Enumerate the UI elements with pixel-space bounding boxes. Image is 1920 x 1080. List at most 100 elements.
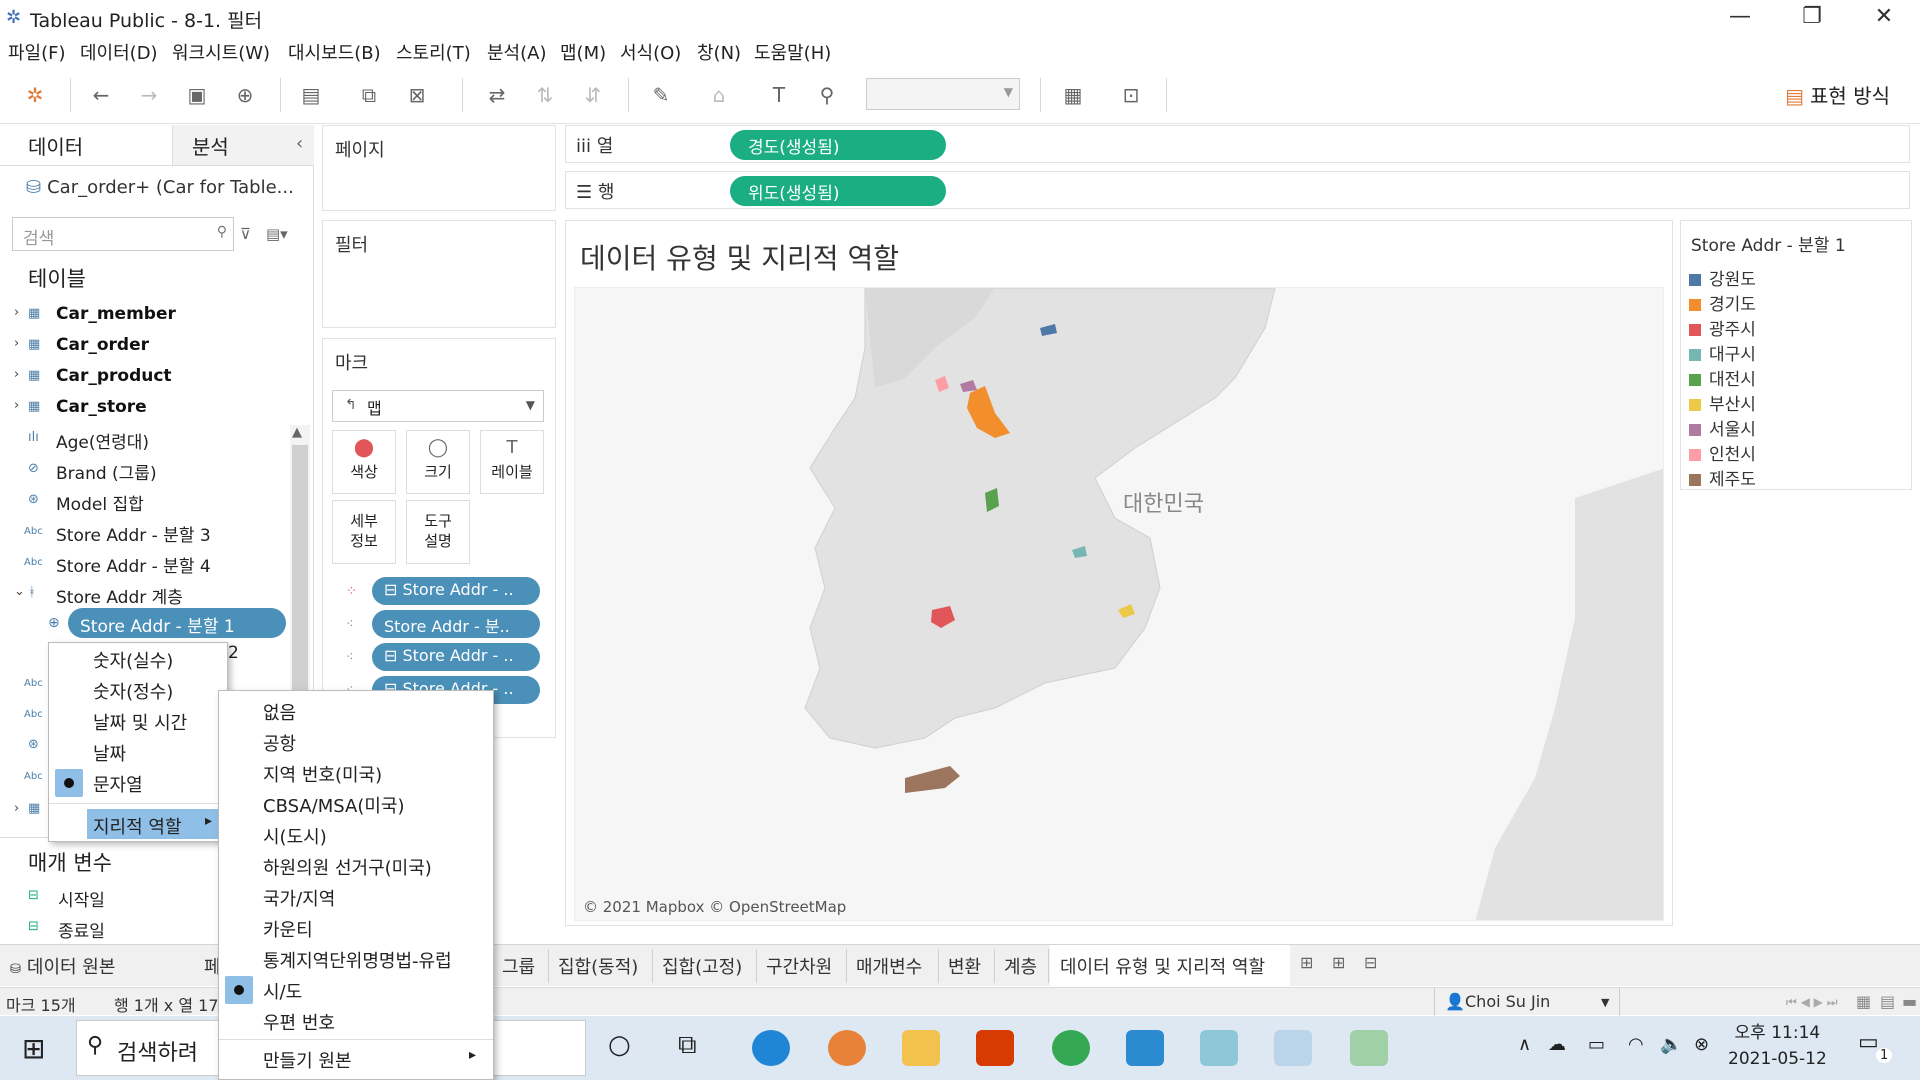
battery-icon[interactable]: ▭ [1588,1034,1605,1055]
menu-data[interactable]: 데이터(D) [80,39,158,65]
field-car-product[interactable]: › ▦ Car_product [0,365,284,393]
tab-bins[interactable]: 구간차원 [766,953,832,979]
filter-icon[interactable]: ⊽ [240,225,251,243]
columns-shelf[interactable]: iii 열 경도(생성됨) [565,125,1910,163]
new-dashboard-tab-icon[interactable]: ⊞ [1332,953,1345,972]
field-model-set[interactable]: ⊛ Model 집합 [0,489,284,517]
paint-icon[interactable] [1350,1030,1388,1066]
expand-icon[interactable]: › [14,367,19,382]
minimize-button[interactable]: — [1710,0,1770,34]
undo-icon[interactable]: ← [88,82,114,108]
legend-item[interactable]: 경기도 [1689,290,1756,315]
pages-card[interactable]: 페이지 [322,125,556,211]
color-button[interactable]: ⬤ 색상 [332,430,396,494]
menu-story[interactable]: 스토리(T) [396,39,471,65]
field-car-order[interactable]: › ▦ Car_order [0,334,284,362]
field-store-addr-4[interactable]: Abc Store Addr - 분할 4 [0,551,284,579]
scroll-up-icon[interactable]: ▲ [292,425,302,440]
selected-field-store-addr-1[interactable]: Store Addr - 분할 1 [68,608,286,638]
field-brand-group[interactable]: ⊘ Brand (그룹) [0,458,284,486]
presentation-mode-icon[interactable]: ⊡ [1118,82,1144,108]
menu-window[interactable]: 창(N) [697,39,741,65]
mark-type-dropdown[interactable]: ↰ 맵 ▼ [332,390,544,422]
highlight-icon[interactable]: ✎ [648,82,674,108]
tab-analysis[interactable]: 분석 [192,131,229,160]
windows-start-icon[interactable]: ⊞ [22,1032,45,1065]
tab-data-types-geo-roles[interactable]: 데이터 유형 및 지리적 역할 [1060,953,1265,979]
duplicate-sheet-icon[interactable]: ⧉ [356,82,382,108]
edge-icon[interactable] [752,1030,790,1066]
filters-card[interactable]: 필터 [322,220,556,328]
legend-item[interactable]: 서울시 [1689,415,1756,440]
legend-title[interactable]: Store Addr - 분할 1 [1691,231,1846,256]
tab-datasource[interactable]: ⛁ 데이터 원본 [10,953,115,979]
rows-pill-latitude[interactable]: 위도(생성됨) [730,176,946,206]
size-button[interactable]: ◯ 크기 [406,430,470,494]
office-icon[interactable] [976,1030,1014,1066]
new-story-tab-icon[interactable]: ⊟ [1364,953,1377,972]
wifi-icon[interactable]: ◠ [1628,1034,1644,1055]
expand-icon[interactable]: › [14,336,19,351]
legend-item[interactable]: 광주시 [1689,315,1756,340]
columns-pill-longitude[interactable]: 경도(생성됨) [730,130,946,160]
network-off-icon[interactable]: ⊗ [1694,1034,1709,1055]
tray-chevron-icon[interactable]: ∧ [1518,1034,1531,1055]
view-options-icon[interactable]: ▤▾ [266,225,288,243]
pin-axes-icon[interactable]: ⚲ [814,82,840,108]
menu-map[interactable]: 맵(M) [560,39,606,65]
ebook-icon[interactable] [1126,1030,1164,1066]
show-cards-icon[interactable]: ▦ [1060,82,1086,108]
save-icon[interactable]: ▣ [184,82,210,108]
field-age[interactable]: ılı Age(연령대) [0,427,284,455]
grid-view-icon[interactable]: ▤ [1880,992,1895,1011]
new-datasource-icon[interactable]: ⊕ [232,82,258,108]
field-store-addr-hierarchy[interactable]: ⌄ ᚼ Store Addr 계층 [0,582,284,610]
notification-icon[interactable]: ▭ [1858,1030,1879,1055]
tab-set-dynamic[interactable]: 집합(동적) [558,953,638,979]
tableau-home-icon[interactable]: ✲ [22,82,48,108]
tab-set-fixed[interactable]: 집합(고정) [662,953,742,979]
collapse-panel-icon[interactable]: ‹ [296,133,303,154]
tableau-taskbar-icon[interactable] [1274,1030,1312,1066]
app-icon[interactable] [1200,1030,1238,1066]
show-me-button[interactable]: ▤ 표현 방식 [1785,80,1890,109]
expand-icon[interactable]: › [14,801,19,816]
collapse-icon[interactable]: ⌄ [14,584,25,599]
restore-button[interactable]: ❐ [1782,0,1842,34]
worksheet-title[interactable]: 데이터 유형 및 지리적 역할 [580,237,899,277]
close-button[interactable]: ✕ [1854,0,1914,34]
marks-pill-color[interactable]: ⊟ Store Addr - .. [372,577,540,605]
cortana-icon[interactable]: ○ [608,1030,631,1060]
task-view-icon[interactable]: ⧉ [678,1030,697,1061]
datasource-item[interactable]: ⛁ Car_order+ (Car for Table... [26,177,294,198]
group-members-icon[interactable]: ⌂ [706,82,732,108]
field-car-member[interactable]: › ▦ Car_member [0,303,284,331]
legend-item[interactable]: 부산시 [1689,390,1756,415]
marks-pill-detail[interactable]: Store Addr - 분.. [372,610,540,638]
marks-pill-detail[interactable]: ⊟ Store Addr - .. [372,643,540,671]
field-car-store[interactable]: › ▦ Car_store [0,396,284,424]
cloud-icon[interactable]: ☁ [1548,1034,1566,1055]
tab-parameters[interactable]: 매개변수 [856,953,922,979]
menu-dashboard[interactable]: 대시보드(B) [288,39,381,65]
expand-icon[interactable]: › [14,305,19,320]
sheet-nav-icon[interactable]: ⏮ ◀ ▶ ⏭ [1786,995,1838,1010]
label-button[interactable]: T 레이블 [480,430,544,494]
clear-sheet-icon[interactable]: ⊠ [404,82,430,108]
tab-transform[interactable]: 변환 [948,953,981,979]
search-input[interactable]: 검색 ⚲ [12,217,234,251]
volume-icon[interactable]: 🔈 [1660,1034,1682,1055]
sort-descending-icon[interactable]: ⇵ [580,82,606,108]
file-explorer-icon[interactable] [902,1030,940,1066]
sort-ascending-icon[interactable]: ⇅ [532,82,558,108]
new-worksheet-icon[interactable]: ▤ [298,82,324,108]
legend-item[interactable]: 인천시 [1689,440,1756,465]
fit-dropdown[interactable]: ▼ [866,78,1020,110]
legend-item[interactable]: 대전시 [1689,365,1756,390]
menu-format[interactable]: 서식(O) [620,39,681,65]
filmstrip-view-icon[interactable]: ▦ [1856,992,1871,1011]
menu-file[interactable]: 파일(F) [8,39,66,65]
tooltip-button[interactable]: 도구 설명 [406,500,470,564]
menu-worksheet[interactable]: 워크시트(W) [172,39,270,65]
show-labels-icon[interactable]: T [766,82,792,108]
